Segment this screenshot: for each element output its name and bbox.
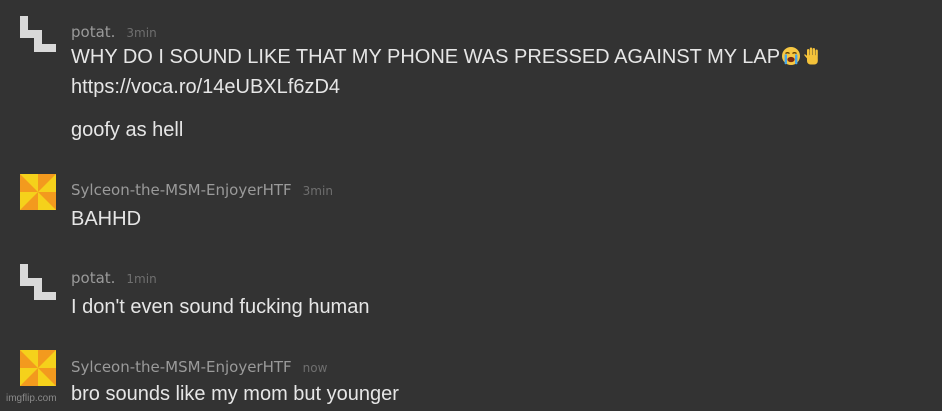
watermark: imgflip.com <box>6 393 57 404</box>
pixel-block-avatar[interactable] <box>20 16 56 52</box>
message-line: BAHHD <box>71 208 142 230</box>
timestamp: 1min <box>126 272 157 286</box>
timestamp: 3min <box>126 26 157 40</box>
message-text: goofy as hell <box>71 118 183 142</box>
message-line: goofy as hell <box>71 119 184 141</box>
timestamp: now <box>302 361 328 375</box>
timestamp: 3min <box>302 184 333 198</box>
message-link[interactable]: https://voca.ro/14eUBXLf6zD4 <box>71 76 340 98</box>
message-line: I don't even sound fucking human <box>71 296 370 318</box>
chat-log: potat. 3min WHY DO I SOUND LIKE THAT MY P… <box>0 0 942 411</box>
username[interactable]: potat. <box>71 269 115 287</box>
username[interactable]: Sylceon-the-MSM-EnjoyerHTF <box>71 358 292 376</box>
message-text: bro sounds like my mom but younger <box>71 382 399 406</box>
message-line: bro sounds like my mom but younger <box>71 383 399 405</box>
message-text: WHY DO I SOUND LIKE THAT MY PHONE WAS PR… <box>71 45 822 69</box>
username[interactable]: Sylceon-the-MSM-EnjoyerHTF <box>71 181 292 199</box>
message-text: https://voca.ro/14eUBXLf6zD4 <box>71 75 340 99</box>
orange-pinwheel-avatar[interactable] <box>20 350 56 386</box>
orange-pinwheel-avatar[interactable] <box>20 174 56 210</box>
raised-hand-icon <box>802 46 822 66</box>
message-line: WHY DO I SOUND LIKE THAT MY PHONE WAS PR… <box>71 46 781 68</box>
username[interactable]: potat. <box>71 23 115 41</box>
loudly-crying-face-icon <box>781 46 801 66</box>
message-text: I don't even sound fucking human <box>71 295 369 319</box>
pixel-block-avatar[interactable] <box>20 264 56 300</box>
message-text: BAHHD <box>71 207 141 231</box>
